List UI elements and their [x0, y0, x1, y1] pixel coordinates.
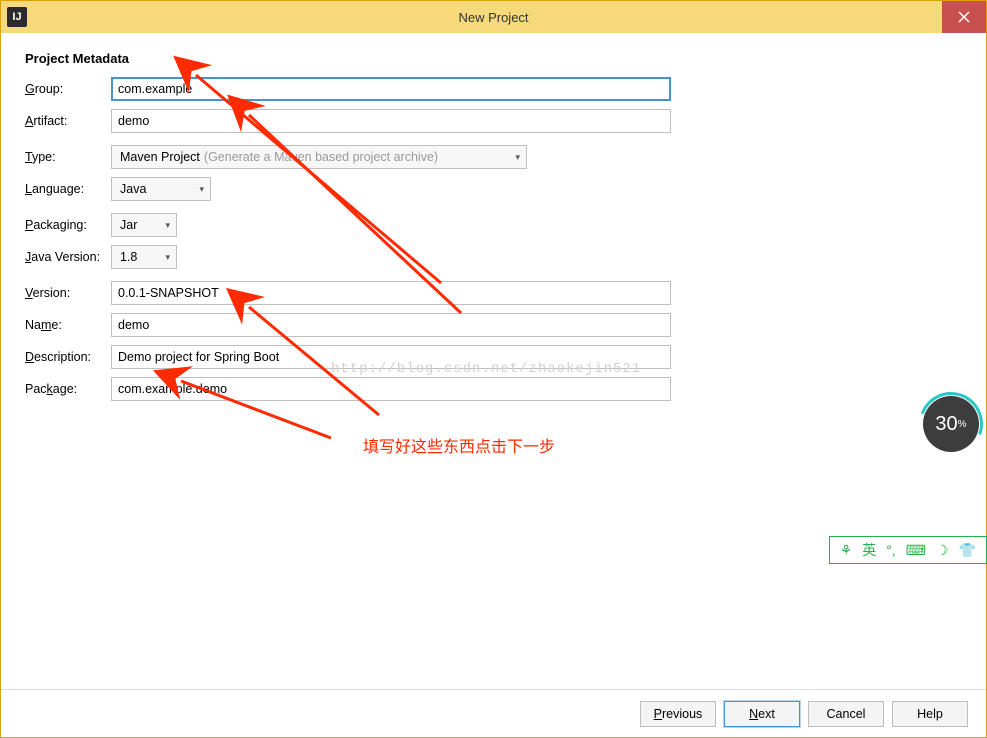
artifact-input[interactable] [111, 109, 671, 133]
new-project-window: IJ New Project Project Metadata Group: A… [0, 0, 987, 738]
help-button[interactable]: Help [892, 701, 968, 727]
chevron-down-icon: ▾ [165, 252, 170, 263]
java-version-dropdown[interactable]: 1.8 ▾ [111, 245, 177, 269]
window-title: New Project [1, 10, 986, 25]
group-label: Group: [25, 82, 111, 96]
description-label: Description: [25, 350, 111, 364]
version-label: Version: [25, 286, 111, 300]
paw-icon: ⚘ [840, 542, 853, 559]
packaging-dropdown[interactable]: Jar ▾ [111, 213, 177, 237]
close-icon [958, 11, 970, 23]
app-icon: IJ [7, 7, 27, 27]
footer: Previous Next Cancel Help [1, 689, 986, 737]
watermark-text: http://blog.csdn.net/zhaokejin521 [331, 361, 641, 377]
ime-lang[interactable]: 英 [862, 540, 876, 560]
keyboard-icon[interactable]: ⌨ [906, 542, 926, 559]
language-label: Language: [25, 182, 111, 196]
moon-icon[interactable]: ☽ [936, 542, 949, 559]
language-dropdown[interactable]: Java ▾ [111, 177, 211, 201]
chevron-down-icon: ▾ [199, 184, 204, 195]
chevron-down-icon: ▾ [165, 220, 170, 231]
section-title: Project Metadata [25, 51, 962, 66]
type-dropdown[interactable]: Maven Project (Generate a Maven based pr… [111, 145, 527, 169]
version-input[interactable] [111, 281, 671, 305]
annotation-note: 填写好这些东西点击下一步 [363, 433, 555, 457]
titlebar: IJ New Project [1, 1, 986, 33]
ime-toolbar[interactable]: ⚘ 英 °, ⌨ ☽ 👕 [829, 536, 987, 564]
progress-widget: 30% ▲▼ [923, 396, 987, 466]
name-label: Name: [25, 318, 111, 332]
type-label: Type: [25, 150, 111, 164]
cancel-button[interactable]: Cancel [808, 701, 884, 727]
package-label: Package: [25, 382, 111, 396]
ime-punct-icon[interactable]: °, [886, 542, 896, 558]
artifact-label: Artifact: [25, 114, 111, 128]
shirt-icon[interactable]: 👕 [959, 542, 976, 559]
java-version-label: Java Version: [25, 250, 111, 264]
packaging-label: Packaging: [25, 218, 111, 232]
previous-button[interactable]: Previous [640, 701, 716, 727]
close-button[interactable] [942, 1, 986, 33]
chevron-down-icon: ▾ [515, 152, 520, 163]
group-input[interactable] [111, 77, 671, 101]
name-input[interactable] [111, 313, 671, 337]
next-button[interactable]: Next [724, 701, 800, 727]
content-area: Project Metadata Group: Artifact: Type: … [1, 33, 986, 689]
package-input[interactable] [111, 377, 671, 401]
